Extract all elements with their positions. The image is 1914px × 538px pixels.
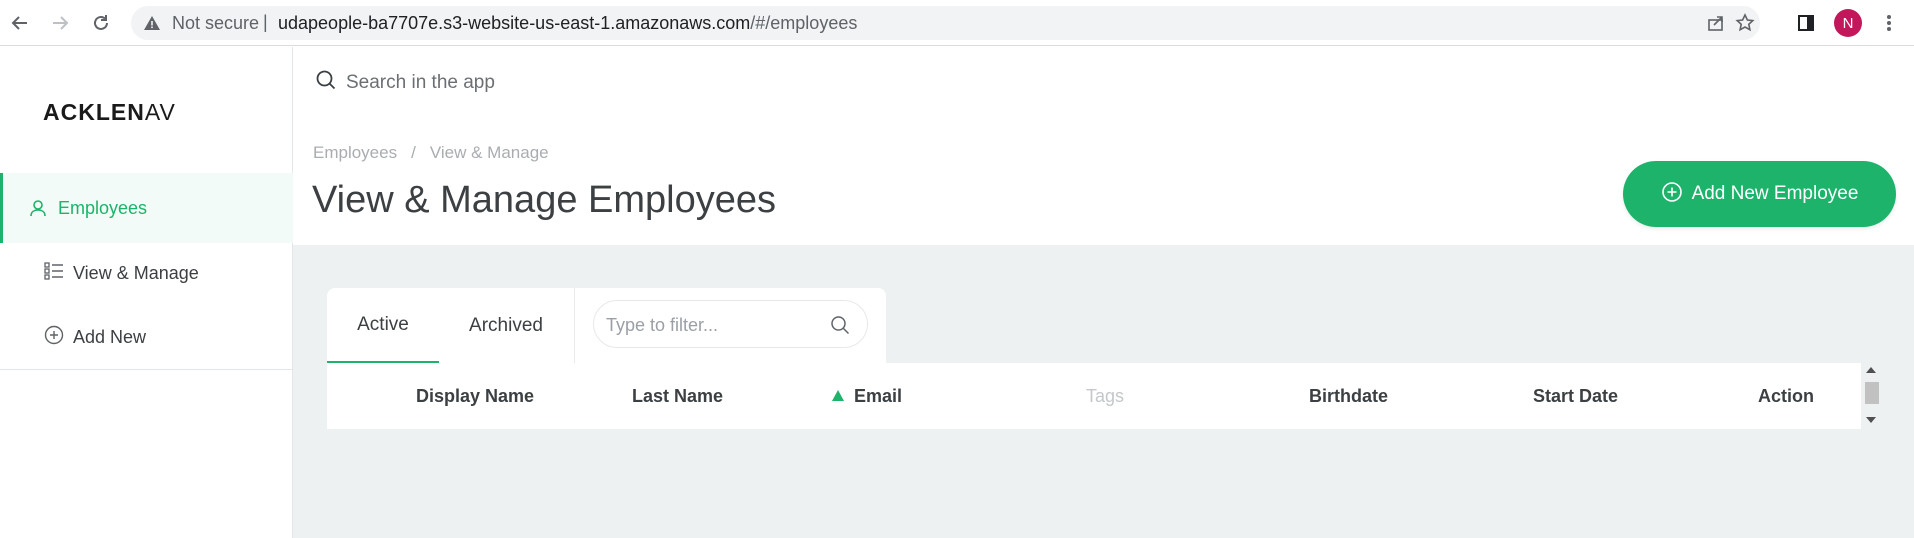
column-header-label: Email bbox=[854, 386, 903, 406]
sidebar-item-view-manage[interactable]: View & Manage bbox=[0, 244, 292, 302]
app-search[interactable]: Search in the app bbox=[315, 69, 495, 96]
scroll-down-arrow-icon[interactable] bbox=[1866, 417, 1876, 423]
breadcrumb-separator: / bbox=[411, 143, 416, 162]
tab-divider bbox=[574, 288, 575, 363]
filter-placeholder: Type to filter... bbox=[606, 315, 719, 335]
sidebar-item-label: Employees bbox=[58, 197, 148, 218]
logo-thin-text: AV bbox=[144, 99, 176, 125]
tab-active[interactable]: Active bbox=[327, 288, 439, 363]
plus-circle-icon bbox=[44, 325, 64, 350]
browser-toolbar: Not secure | udapeople-ba7707e.s3-websit… bbox=[0, 0, 1914, 46]
column-header-birthdate[interactable]: Birthdate bbox=[1309, 363, 1388, 429]
user-icon bbox=[27, 197, 49, 219]
content-area: Active Archived Type to filter... Displa… bbox=[293, 245, 1914, 538]
column-header-tags: Tags bbox=[1086, 386, 1125, 406]
security-status: Not secure bbox=[172, 13, 260, 33]
search-icon bbox=[315, 69, 337, 96]
tab-archived[interactable]: Archived bbox=[439, 288, 573, 363]
add-button-label: Add New Employee bbox=[1691, 183, 1859, 204]
profile-avatar[interactable]: N bbox=[1834, 9, 1862, 37]
add-new-employee-button[interactable]: Add New Employee bbox=[1623, 161, 1896, 227]
app-logo[interactable]: ACKLENAV bbox=[43, 99, 176, 126]
side-panel-icon[interactable] bbox=[1794, 11, 1818, 35]
table-header: Display Name Last Name Email Tags Birthd… bbox=[327, 363, 1861, 429]
sidebar-item-employees[interactable]: Employees bbox=[0, 173, 293, 243]
search-icon bbox=[831, 316, 850, 335]
logo-bold-text: ACKLEN bbox=[43, 99, 145, 125]
share-icon[interactable] bbox=[1706, 13, 1726, 33]
search-input[interactable]: Search in the app bbox=[346, 72, 495, 94]
address-bar[interactable]: Not secure | udapeople-ba7707e.s3-websit… bbox=[131, 6, 1760, 40]
address-separator: | bbox=[263, 12, 268, 32]
more-menu-icon[interactable] bbox=[1877, 11, 1901, 35]
sort-ascending-icon bbox=[832, 390, 844, 401]
sidebar-item-add-new[interactable]: Add New bbox=[0, 308, 292, 366]
sidebar-item-label: View & Manage bbox=[73, 262, 199, 283]
plus-circle-icon bbox=[1661, 181, 1683, 208]
list-icon bbox=[44, 261, 64, 286]
table-scrollbar[interactable] bbox=[1864, 363, 1879, 429]
filter-input[interactable]: Type to filter... bbox=[593, 300, 868, 348]
page-title: View & Manage Employees bbox=[312, 179, 776, 221]
tabs-card: Active Archived Type to filter... bbox=[327, 288, 886, 363]
column-header-email[interactable]: Email bbox=[832, 363, 902, 429]
column-header-action: Action bbox=[1758, 386, 1814, 406]
url-path: /#/employees bbox=[750, 13, 858, 33]
breadcrumb-employees[interactable]: Employees bbox=[313, 143, 397, 162]
column-header-start-date[interactable]: Start Date bbox=[1533, 363, 1618, 429]
url-host: udapeople-ba7707e.s3-website-us-east-1.a… bbox=[278, 13, 751, 33]
column-header-display-name[interactable]: Display Name bbox=[416, 363, 534, 429]
bookmark-star-icon[interactable] bbox=[1735, 13, 1755, 33]
url-text[interactable]: udapeople-ba7707e.s3-website-us-east-1.a… bbox=[278, 14, 857, 32]
scroll-up-arrow-icon[interactable] bbox=[1866, 367, 1876, 373]
sidebar: ACKLENAV Employees View & Manage Add New bbox=[0, 47, 293, 538]
back-arrow-icon[interactable] bbox=[8, 11, 32, 35]
sidebar-divider bbox=[0, 369, 292, 370]
breadcrumb: Employees / View & Manage bbox=[313, 143, 549, 163]
main-header: Search in the app Employees / View & Manag… bbox=[293, 47, 1914, 245]
sidebar-item-label: Add New bbox=[73, 326, 147, 347]
warning-icon[interactable] bbox=[143, 14, 161, 32]
forward-arrow-icon[interactable] bbox=[48, 11, 72, 35]
column-header-last-name[interactable]: Last Name bbox=[632, 363, 723, 429]
scroll-thumb[interactable] bbox=[1865, 382, 1879, 404]
reload-icon[interactable] bbox=[89, 11, 113, 35]
breadcrumb-view-manage: View & Manage bbox=[429, 143, 549, 162]
